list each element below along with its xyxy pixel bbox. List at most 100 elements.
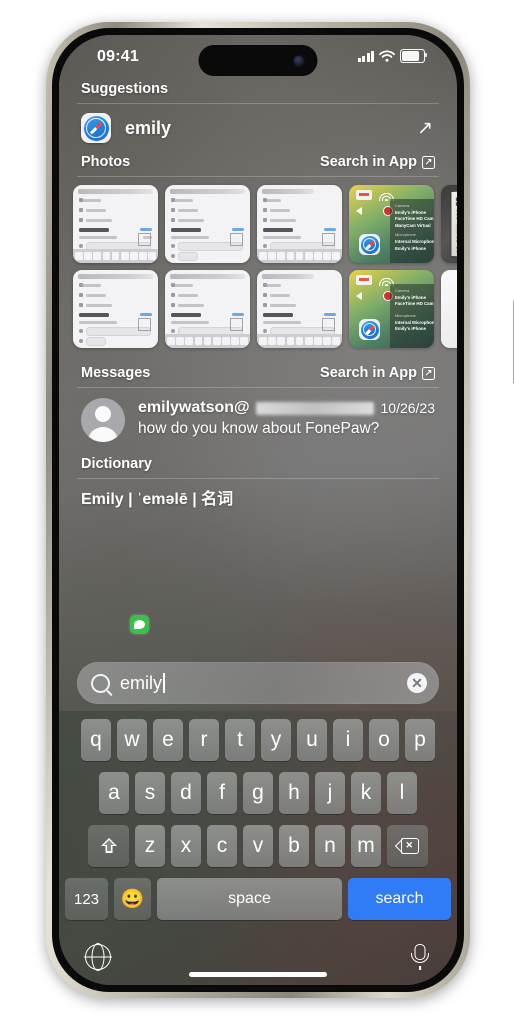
photo-thumbnail[interactable]: [257, 270, 342, 348]
microphone-icon[interactable]: [409, 944, 431, 970]
photo-thumbnail[interactable]: [441, 270, 457, 348]
recording-camera-label: Camera: [395, 288, 410, 293]
recording-camera-option: FaceTime HD Cam: [395, 301, 434, 307]
messages-search-in-app-button[interactable]: Search in App: [320, 365, 435, 381]
photos-search-in-app-label: Search in App: [320, 154, 417, 170]
cellular-signal-icon: [357, 50, 374, 62]
external-link-icon: [422, 155, 435, 169]
key-y[interactable]: y: [261, 719, 291, 761]
key-r[interactable]: r: [189, 719, 219, 761]
photos-search-in-app-button[interactable]: Search in App: [320, 154, 435, 170]
suggestions-title: Suggestions: [81, 81, 169, 97]
key-i[interactable]: i: [333, 719, 363, 761]
photos-title: Photos: [81, 154, 131, 170]
key-n[interactable]: n: [315, 825, 345, 867]
photo-thumbnail[interactable]: [257, 185, 342, 263]
recording-camera-option: FaceTime HD Cam: [395, 216, 434, 222]
keyboard-row-4: 123 😀 space search: [59, 878, 457, 920]
key-j[interactable]: j: [315, 772, 345, 814]
suggestion-row-emily[interactable]: emily ↗: [59, 104, 457, 154]
safari-icon: [359, 234, 380, 255]
photo-thumbnail[interactable]: [165, 270, 250, 348]
key-a[interactable]: a: [99, 772, 129, 814]
message-preview: how do you know about FonePaw?: [138, 420, 380, 437]
key-o[interactable]: o: [369, 719, 399, 761]
search-input[interactable]: emily ✕: [77, 662, 439, 704]
dynamic-island: [198, 45, 318, 76]
recording-microphone-label: Microphone: [395, 312, 416, 318]
photo-thumbnail[interactable]: [73, 185, 158, 263]
home-indicator[interactable]: [189, 972, 327, 977]
search-icon: [91, 673, 110, 693]
key-f[interactable]: f: [207, 772, 237, 814]
key-c[interactable]: c: [207, 825, 237, 867]
dictionary-title: Dictionary: [81, 456, 152, 472]
key-b[interactable]: b: [279, 825, 309, 867]
safari-icon: [81, 113, 111, 143]
backspace-icon[interactable]: ✕: [387, 825, 428, 867]
search-input-value-wrap: emily: [120, 673, 407, 694]
dictionary-entry[interactable]: Emily | ˈeməlē | 名词: [59, 479, 457, 509]
key-h[interactable]: h: [279, 772, 309, 814]
message-date: 10/26/23: [380, 400, 436, 416]
keyboard-row-3: z x c v b n m ✕: [59, 825, 457, 867]
key-k[interactable]: k: [351, 772, 381, 814]
external-link-icon: [422, 366, 435, 380]
photo-thumbnail[interactable]: [165, 185, 250, 263]
front-camera-icon: [293, 55, 305, 66]
key-m[interactable]: m: [351, 825, 381, 867]
key-s[interactable]: s: [135, 772, 165, 814]
status-indicators: [357, 49, 428, 63]
photo-thumbnail[interactable]: Camera Emily's iPhone FaceTime HD Cam Ma…: [349, 185, 434, 263]
arrow-up-right-icon[interactable]: ↗: [417, 117, 435, 140]
search-input-value: emily: [120, 672, 163, 693]
suggestions-section-header: Suggestions: [59, 81, 457, 103]
search-bar: emily ✕: [59, 655, 457, 711]
key-l[interactable]: l: [387, 772, 417, 814]
photos-row: Camera Emily's iPhone FaceTime HD Cam Ma…: [59, 185, 457, 263]
wifi-icon: [379, 50, 395, 62]
photos-grid: Camera Emily's iPhone FaceTime HD Cam Ma…: [59, 177, 457, 365]
photo-thumbnail[interactable]: [73, 270, 158, 348]
phone-bezel: 09:41 Suggestions emily ↗ Photos Search …: [52, 28, 464, 992]
search-key[interactable]: search: [348, 878, 451, 920]
recording-mic-option: Emily's iPhone: [395, 326, 427, 332]
photos-section-header: Photos Search in App: [59, 154, 457, 176]
doc-heading-line: [455, 195, 457, 201]
shift-icon[interactable]: [88, 825, 129, 867]
suggestion-label: emily: [125, 117, 172, 138]
key-z[interactable]: z: [135, 825, 165, 867]
space-key[interactable]: space: [157, 878, 342, 920]
phone-screen: 09:41 Suggestions emily ↗ Photos Search …: [59, 35, 457, 985]
messages-title: Messages: [81, 365, 151, 381]
redacted-sender-domain: [255, 401, 374, 415]
key-e[interactable]: e: [153, 719, 183, 761]
status-bar: 09:41: [59, 35, 457, 81]
key-x[interactable]: x: [171, 825, 201, 867]
key-p[interactable]: p: [405, 719, 435, 761]
key-q[interactable]: q: [81, 719, 111, 761]
key-u[interactable]: u: [297, 719, 327, 761]
photo-thumbnail[interactable]: [441, 185, 457, 263]
status-clock: 09:41: [97, 48, 139, 65]
key-v[interactable]: v: [243, 825, 273, 867]
clear-text-icon[interactable]: ✕: [407, 673, 427, 693]
recording-microphone-label: Microphone: [395, 232, 416, 238]
photo-thumbnail[interactable]: Camera Emily's iPhone FaceTime HD Cam Mi…: [349, 270, 434, 348]
numbers-key[interactable]: 123: [65, 878, 108, 920]
messages-badge-icon: [130, 615, 149, 634]
keyboard-row-2: a s d f g h j k l: [59, 772, 457, 814]
dictionary-section-header: Dictionary: [59, 456, 457, 478]
recording-camera-option: ManyCam Virtual: [395, 222, 431, 228]
key-g[interactable]: g: [243, 772, 273, 814]
key-d[interactable]: d: [171, 772, 201, 814]
key-w[interactable]: w: [117, 719, 147, 761]
contact-avatar-icon: [81, 398, 125, 442]
message-result-row[interactable]: emilywatson@ 10/26/23 how do you know ab…: [59, 388, 457, 634]
emoji-icon[interactable]: 😀: [114, 878, 151, 920]
keyboard-bottom-bar: [59, 931, 457, 977]
globe-icon[interactable]: [85, 944, 111, 970]
message-body: emilywatson@ 10/26/23 how do you know ab…: [138, 398, 435, 438]
recording-camera-label: Camera: [395, 203, 410, 208]
key-t[interactable]: t: [225, 719, 255, 761]
